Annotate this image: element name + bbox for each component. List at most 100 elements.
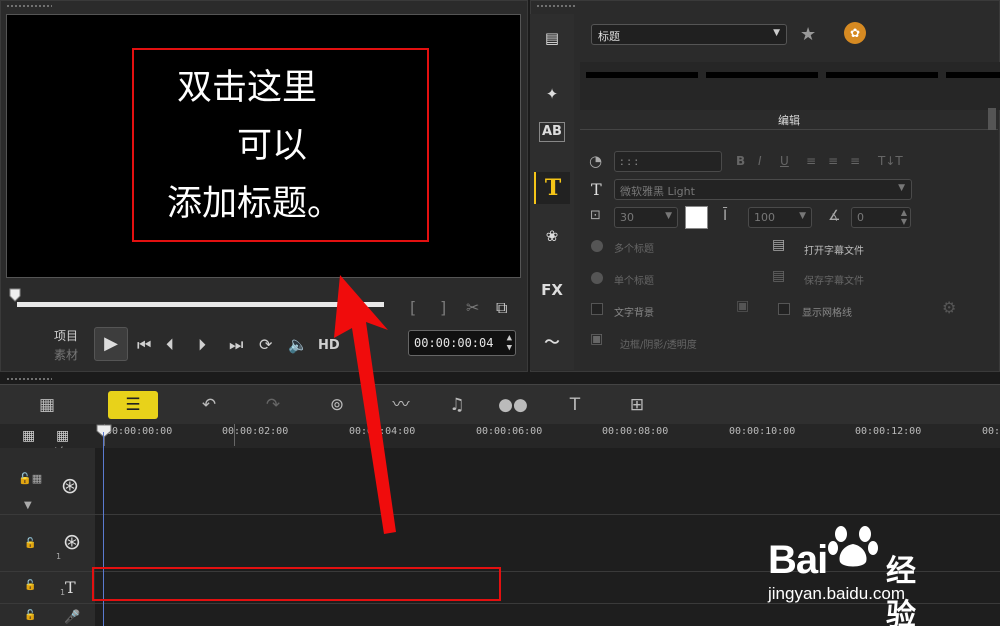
ruler-tick-label: 00:00:00:00 xyxy=(106,426,173,437)
text-direction-icon[interactable]: T↓T xyxy=(878,154,903,168)
ruler-tick-label: 00:00:14:00 xyxy=(982,426,1000,437)
angle-field[interactable]: 0 ▲ ▼ xyxy=(851,207,911,228)
preset-thumb[interactable] xyxy=(586,72,698,78)
title-preset-strip xyxy=(580,62,1000,110)
options-scrollbar[interactable] xyxy=(988,108,996,130)
font-size-field[interactable]: 30 ▼ xyxy=(614,207,678,228)
annotation-arrow xyxy=(334,275,396,534)
preset-thumb[interactable] xyxy=(946,72,1000,78)
subtitle-editor-icon[interactable]: T xyxy=(558,391,592,419)
font-color-swatch[interactable] xyxy=(685,206,708,229)
previous-frame-icon[interactable]: ⏴ xyxy=(166,335,174,355)
tab-edit[interactable]: 编辑 xyxy=(580,108,998,130)
mode-clip-label[interactable]: 素材 xyxy=(54,346,78,363)
voice-track-icon: 🎤 xyxy=(64,610,81,625)
track-lock-icon[interactable]: 🔓▦ xyxy=(18,472,42,485)
auto-music-icon[interactable]: ♫ xyxy=(440,391,474,419)
multi-camera-icon[interactable]: ⊞ xyxy=(620,391,654,419)
chevron-down-icon: ▼ xyxy=(665,211,672,221)
chevron-down-icon: ▼ xyxy=(898,183,905,193)
duration-field[interactable]: : : : xyxy=(614,151,722,172)
repeat-icon[interactable]: ⟳ xyxy=(259,335,272,354)
play-button[interactable]: ▶ xyxy=(94,327,128,361)
media-library-tab-icon[interactable]: ▤ xyxy=(534,22,570,54)
open-subtitle-label[interactable]: 打开字幕文件 xyxy=(804,242,864,257)
title-track-icon: T xyxy=(65,578,76,597)
save-subtitle-icon[interactable]: ▤ xyxy=(772,268,785,284)
panel-grip[interactable] xyxy=(6,4,52,9)
timecode-field[interactable]: 00:00:00:04 ▲ ▼ xyxy=(408,330,516,356)
align-center-icon[interactable]: ≡ xyxy=(828,154,838,168)
duration-value: : : : xyxy=(620,155,639,168)
annotation-highlight-box xyxy=(132,48,429,242)
grid-settings-icon[interactable]: ⚙ xyxy=(942,298,956,317)
preset-dropdown[interactable]: 标题 ▼ xyxy=(591,24,787,45)
add-chapter-icon[interactable]: ▦ xyxy=(56,428,69,444)
next-frame-icon[interactable]: ⏵ xyxy=(198,335,206,355)
align-right-icon[interactable]: ≡ xyxy=(850,154,860,168)
filter-fx-tab-icon[interactable]: FX xyxy=(534,274,570,306)
go-to-start-icon[interactable]: ⏮ xyxy=(137,335,151,355)
font-size-icon: ⊡ xyxy=(590,208,601,223)
video-track-reel-icon: ⊛ xyxy=(60,474,80,499)
redo-icon[interactable]: ↷ xyxy=(256,391,290,419)
italic-icon[interactable]: I xyxy=(758,154,762,168)
border-shadow-icon[interactable]: ▣ xyxy=(590,331,603,347)
undo-icon[interactable]: ↶ xyxy=(192,391,226,419)
enlarge-preview-icon[interactable]: ⧉ xyxy=(496,298,507,318)
track-lock-icon[interactable]: 🔓 xyxy=(24,580,36,591)
text-background-settings-icon[interactable]: ▣ xyxy=(736,298,749,314)
border-shadow-label[interactable]: 边框/阴影/透明度 xyxy=(620,336,697,351)
ruler-tick-label: 00:00:12:00 xyxy=(855,426,922,437)
timeline-ruler[interactable]: ▦ ▦ +/− 00:00:00:00 00:00:02:00 00:00:04… xyxy=(0,424,1000,456)
track-manager-icon[interactable]: ▦ xyxy=(22,428,35,444)
text-background-checkbox[interactable] xyxy=(591,303,603,315)
preset-thumb[interactable] xyxy=(826,72,938,78)
panel-grip[interactable] xyxy=(536,4,576,9)
scrubber-handle[interactable] xyxy=(9,288,21,302)
show-grid-checkbox[interactable] xyxy=(778,303,790,315)
open-subtitle-icon[interactable]: ▤ xyxy=(772,237,785,253)
track-lock-icon[interactable]: 🔓 xyxy=(24,610,36,621)
single-title-radio[interactable] xyxy=(591,272,603,284)
panel-grip[interactable] xyxy=(6,377,52,382)
go-to-end-icon[interactable]: ⏭ xyxy=(229,335,243,355)
save-subtitle-label[interactable]: 保存字幕文件 xyxy=(804,272,864,287)
add-favorite-star-icon[interactable]: ★ xyxy=(800,24,816,45)
timeline-view-button[interactable]: ☰ xyxy=(108,391,158,419)
align-left-icon[interactable]: ≡ xyxy=(806,154,816,168)
timecode-stepper-icon[interactable]: ▲ ▼ xyxy=(507,333,512,353)
motion-tracking-icon[interactable]: ●● xyxy=(496,391,530,419)
font-dropdown[interactable]: 微软雅黑 Light ▼ xyxy=(614,179,912,200)
library-tab-bar: ▤ ✦ AB T ❀ FX 〜 xyxy=(530,14,574,370)
mark-out-icon[interactable]: ] xyxy=(440,298,446,317)
playhead-marker[interactable] xyxy=(96,424,112,438)
single-title-label: 单个标题 xyxy=(614,276,654,287)
watermark-brand: Bai xyxy=(768,538,828,582)
underline-icon[interactable]: U xyxy=(780,154,789,168)
font-icon: T xyxy=(591,180,602,199)
line-spacing-field[interactable]: 100 ▼ xyxy=(748,207,812,228)
instant-project-tab-icon[interactable]: ✦ xyxy=(534,78,570,110)
path-tab-icon[interactable]: 〜 xyxy=(534,326,570,358)
track-collapse-icon[interactable]: ▼ xyxy=(24,500,32,511)
mode-project-label[interactable]: 项目 xyxy=(54,327,78,344)
storyboard-view-icon[interactable]: ▦ xyxy=(30,391,64,419)
line-spacing-icon: Ī xyxy=(723,208,728,224)
preset-thumb[interactable] xyxy=(706,72,818,78)
multi-title-radio[interactable] xyxy=(591,240,603,252)
graphic-tab-icon[interactable]: ❀ xyxy=(534,220,570,252)
paw-logo-icon xyxy=(828,526,878,567)
title-tab-icon[interactable]: T xyxy=(534,172,570,204)
timecode-value: 00:00:00:04 xyxy=(414,336,494,350)
angle-value: 0 xyxy=(857,211,864,224)
bold-icon[interactable]: B xyxy=(736,154,745,168)
track-lock-icon[interactable]: 🔓 xyxy=(24,538,36,549)
angle-stepper-icon[interactable]: ▲ ▼ xyxy=(901,208,907,226)
mark-in-icon[interactable]: [ xyxy=(410,298,416,317)
ruler-tick-label: 00:00:06:00 xyxy=(476,426,543,437)
content-gallery-icon[interactable]: ✿ xyxy=(844,22,866,44)
line-spacing-value: 100 xyxy=(754,211,775,224)
cut-icon[interactable]: ✂ xyxy=(466,298,479,317)
transition-tab-icon[interactable]: AB xyxy=(539,122,565,142)
